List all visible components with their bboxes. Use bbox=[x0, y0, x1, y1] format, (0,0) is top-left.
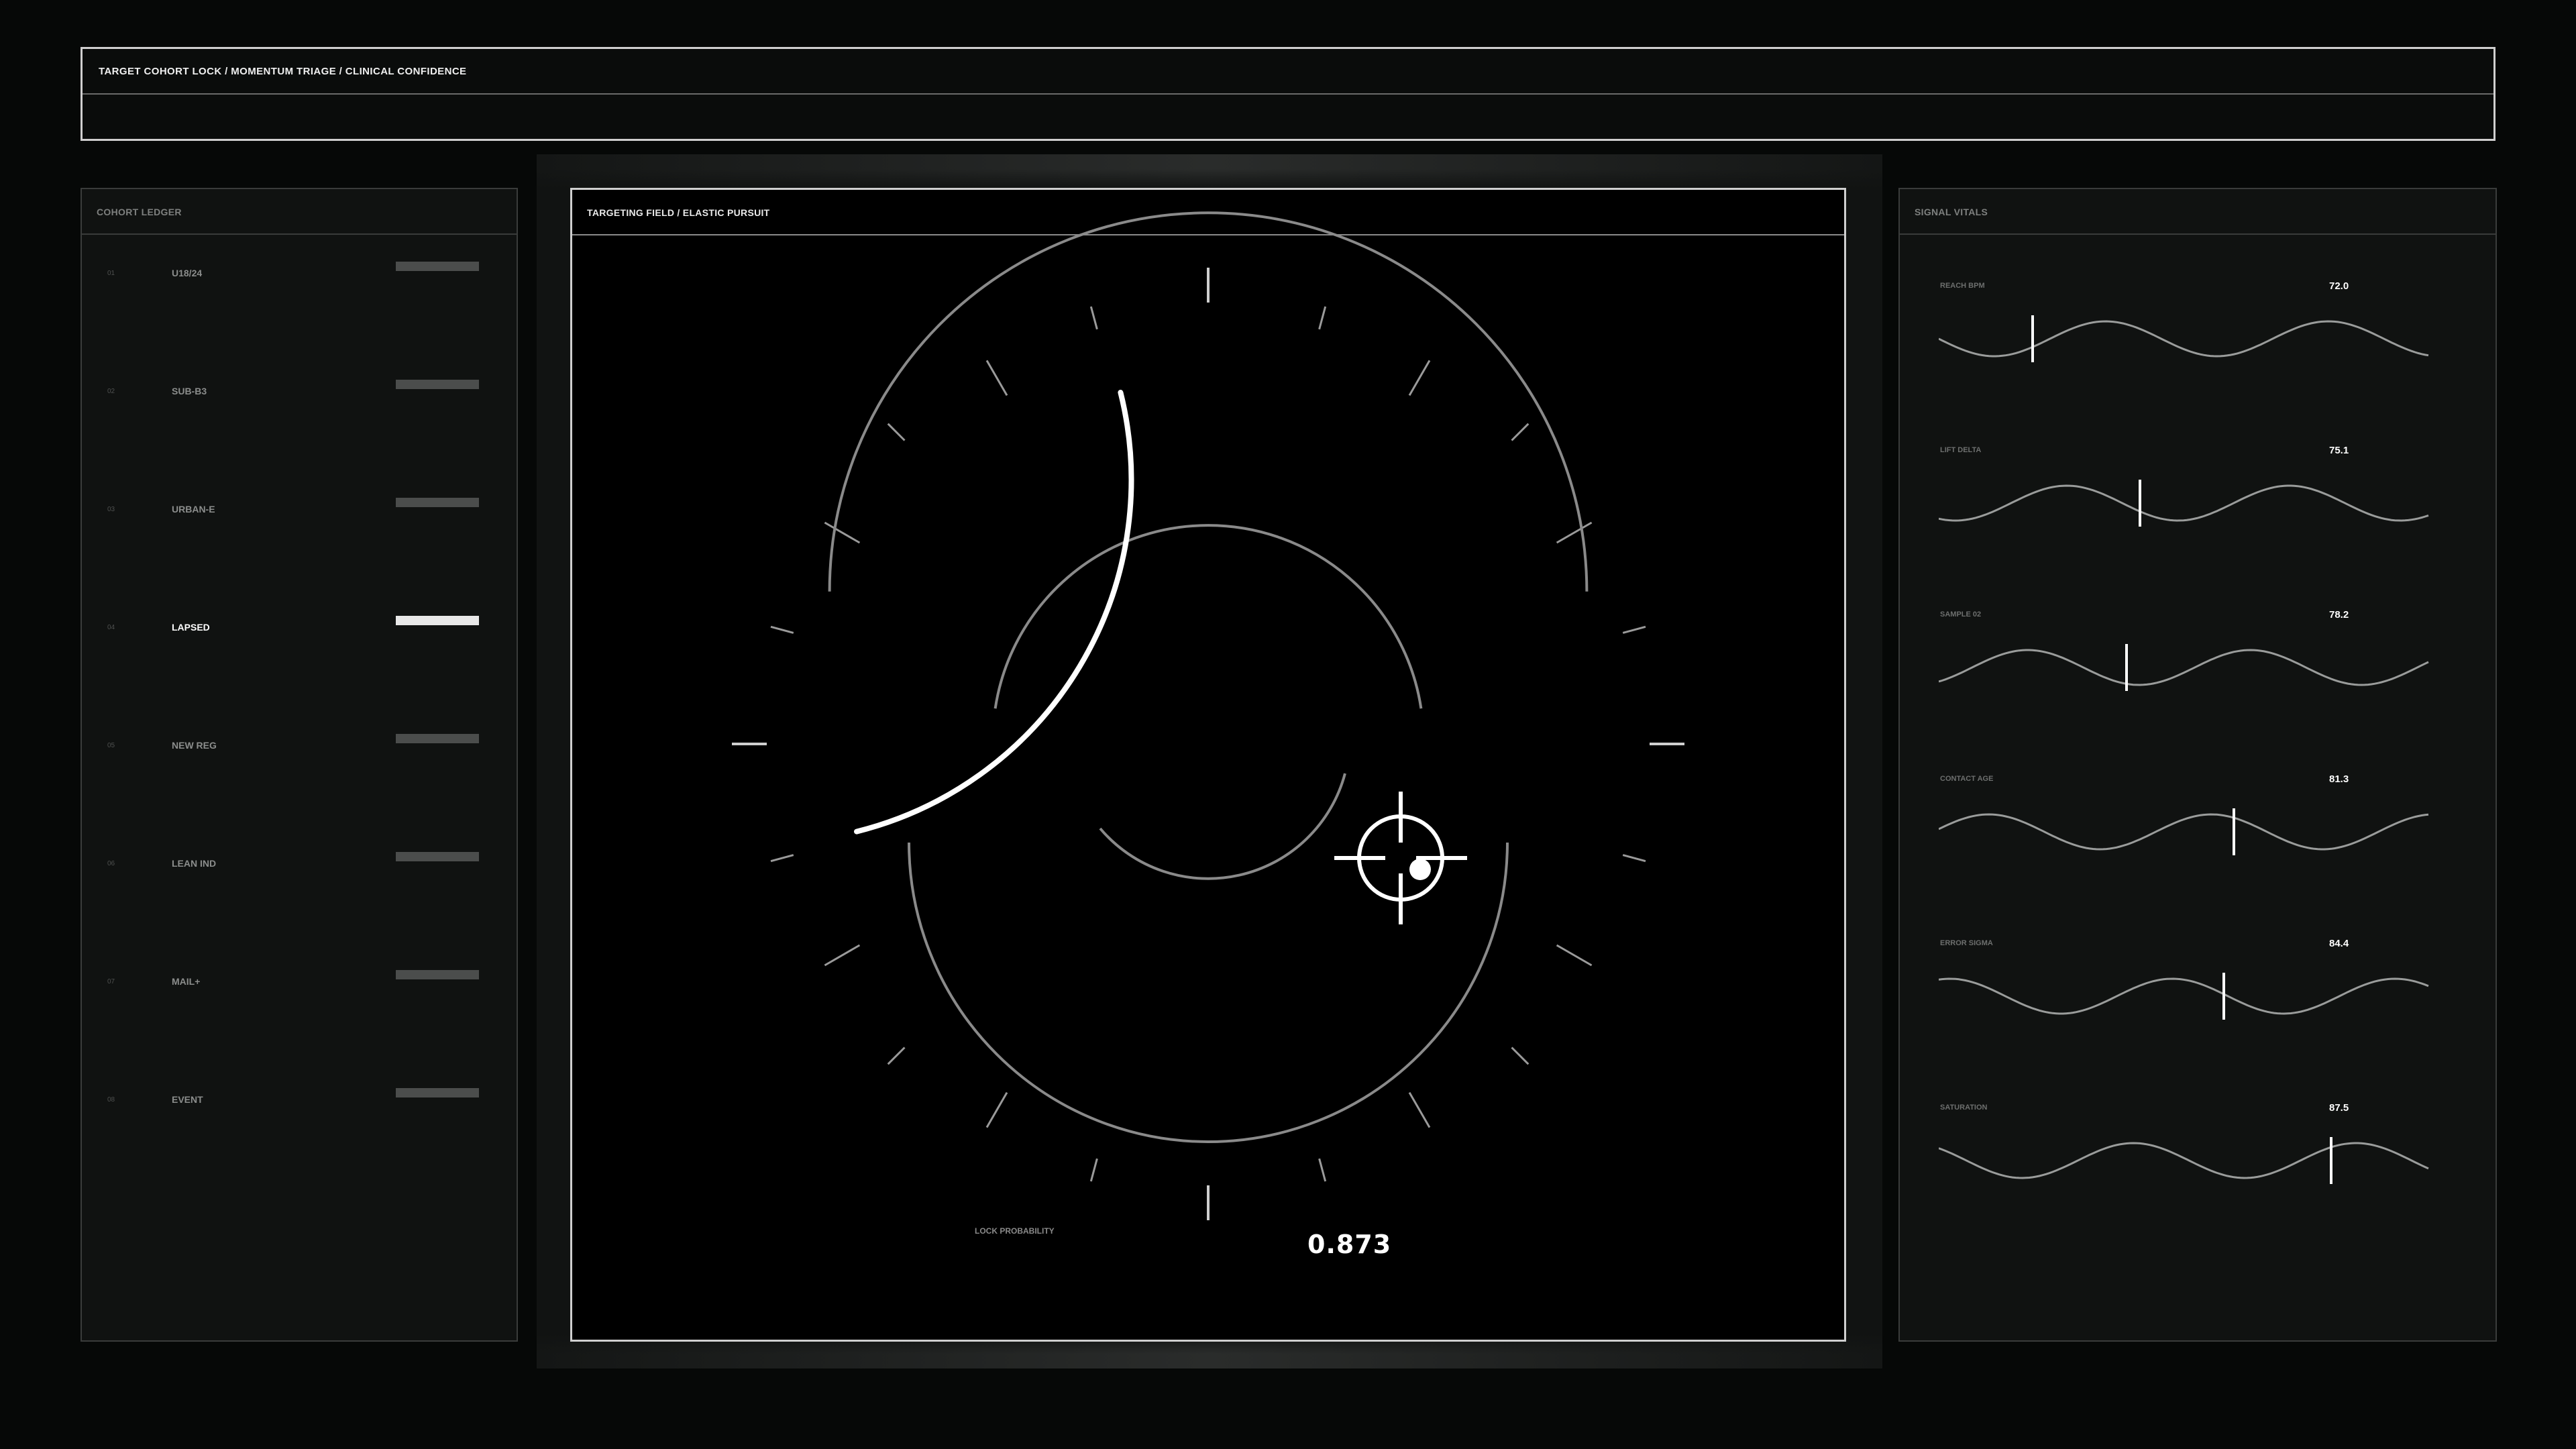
page-title: TARGET COHORT LOCK / MOMENTUM TRIAGE / C… bbox=[83, 49, 2493, 95]
vital-value: 84.4 bbox=[2329, 938, 2349, 949]
targeting-field-panel: TARGETING FIELD / ELASTIC PURSUIT LOCK P… bbox=[570, 188, 1846, 1342]
ledger-row-label: LEAN IND bbox=[172, 858, 217, 869]
vital-waveform bbox=[1939, 644, 2429, 691]
dial-tick bbox=[1089, 306, 1098, 330]
ledger-row-bar bbox=[396, 380, 479, 389]
dial-tick bbox=[985, 1091, 1008, 1128]
ledger-row-bar bbox=[396, 734, 479, 743]
waveform-line bbox=[1939, 320, 2429, 358]
vital-value: 87.5 bbox=[2329, 1102, 2349, 1114]
ledger-row-label: LAPSED bbox=[172, 622, 210, 633]
vital-label: SAMPLE 02 bbox=[1940, 610, 1982, 619]
dial-tick bbox=[1408, 1091, 1431, 1128]
ledger-row-index: 03 bbox=[107, 506, 115, 513]
ledger-row-label: MAIL+ bbox=[172, 976, 201, 987]
dial-tick bbox=[770, 854, 794, 863]
vital-label: REACH BPM bbox=[1940, 282, 1985, 290]
ledger-row-label: U18/24 bbox=[172, 268, 203, 278]
ledger-row-index: 04 bbox=[107, 624, 115, 631]
signal-vitals-panel: SIGNAL VITALS REACH BPM 72.0 LIFT DELTA 75.… bbox=[1898, 188, 2497, 1342]
ledger-row-index: 02 bbox=[107, 388, 115, 395]
signal-vitals-title: SIGNAL VITALS bbox=[1900, 189, 2496, 235]
ledger-row-bar bbox=[396, 970, 479, 979]
ledger-row[interactable]: 02 SUB-B3 bbox=[82, 380, 517, 407]
ledger-row[interactable]: 01 U18/24 bbox=[82, 262, 517, 288]
waveform-line bbox=[1939, 649, 2429, 686]
ledger-row-index: 05 bbox=[107, 742, 115, 749]
ledger-row-bar bbox=[396, 262, 479, 271]
ledger-row-index: 06 bbox=[107, 860, 115, 867]
waveform-line bbox=[1939, 977, 2429, 1015]
dial-tick bbox=[1089, 1158, 1098, 1182]
targeting-dial[interactable] bbox=[572, 190, 1844, 1340]
vital-waveform bbox=[1939, 973, 2429, 1020]
ledger-row[interactable]: 07 MAIL+ bbox=[82, 970, 517, 997]
ledger-row-label: URBAN-E bbox=[172, 504, 215, 515]
dial-tick bbox=[985, 360, 1008, 396]
dial-tick bbox=[1408, 360, 1431, 396]
vital-value: 78.2 bbox=[2329, 609, 2349, 621]
dial-tick bbox=[1511, 423, 1529, 441]
lock-probability-label: LOCK PROBABILITY bbox=[975, 1226, 1055, 1236]
lock-progress-arc bbox=[854, 390, 1134, 835]
dial-tick bbox=[887, 423, 906, 441]
ledger-row-bar bbox=[396, 852, 479, 861]
vital-waveform bbox=[1939, 315, 2429, 362]
cohort-ledger-panel: COHORT LEDGER 01 U18/24 02 SUB-B3 03 URBAN-E 0… bbox=[80, 188, 518, 1342]
target-dot bbox=[1409, 859, 1431, 880]
ledger-row-label: SUB-B3 bbox=[172, 386, 207, 396]
dial-tick bbox=[824, 521, 861, 544]
ledger-row[interactable]: 05 NEW REG bbox=[82, 734, 517, 761]
vital-waveform bbox=[1939, 808, 2429, 855]
ledger-row-bar bbox=[396, 498, 479, 507]
dial-tick bbox=[1556, 521, 1593, 544]
waveform-line bbox=[1939, 813, 2429, 851]
ledger-row-index: 01 bbox=[107, 270, 115, 277]
inner-arc bbox=[994, 524, 1423, 709]
dial-tick bbox=[1622, 854, 1646, 863]
lower-arc bbox=[908, 842, 1509, 1143]
dial-tick bbox=[1511, 1046, 1529, 1065]
header-bar: TARGET COHORT LOCK / MOMENTUM TRIAGE / C… bbox=[80, 47, 2496, 141]
vital-waveform bbox=[1939, 1137, 2429, 1184]
vital-label: SATURATION bbox=[1940, 1104, 1988, 1112]
dial-tick bbox=[770, 625, 794, 634]
dial-tick bbox=[1318, 306, 1327, 330]
dial-tick bbox=[1318, 1158, 1327, 1182]
reticle-crosshair bbox=[1334, 792, 1467, 924]
ledger-row-index: 08 bbox=[107, 1096, 115, 1104]
ledger-row[interactable]: 03 URBAN-E bbox=[82, 498, 517, 525]
ledger-row[interactable]: 08 EVENT bbox=[82, 1088, 517, 1115]
vital-label: LIFT DELTA bbox=[1940, 446, 1982, 454]
ledger-row[interactable]: 04 LAPSED bbox=[82, 616, 517, 643]
dial-tick bbox=[887, 1046, 906, 1065]
vital-value: 72.0 bbox=[2329, 280, 2349, 292]
dial-tick bbox=[824, 944, 861, 967]
lock-probability-value: 0.873 bbox=[1307, 1230, 1392, 1259]
waveform-line bbox=[1939, 1142, 2429, 1179]
ledger-row-bar bbox=[396, 616, 479, 625]
vital-value: 75.1 bbox=[2329, 445, 2349, 456]
cohort-ledger-title: COHORT LEDGER bbox=[82, 189, 517, 235]
ledger-row-label: NEW REG bbox=[172, 740, 217, 751]
ledger-row-bar bbox=[396, 1088, 479, 1097]
hook-arc bbox=[1099, 773, 1346, 880]
waveform-line bbox=[1939, 484, 2429, 522]
vital-waveform bbox=[1939, 480, 2429, 527]
dial-tick bbox=[1556, 944, 1593, 967]
vital-label: CONTACT AGE bbox=[1940, 775, 1994, 783]
ledger-row-label: EVENT bbox=[172, 1094, 203, 1105]
ledger-row-index: 07 bbox=[107, 978, 115, 985]
dial-tick bbox=[1622, 625, 1646, 634]
vital-value: 81.3 bbox=[2329, 773, 2349, 785]
vital-label: ERROR SIGMA bbox=[1940, 939, 1993, 947]
ledger-row[interactable]: 06 LEAN IND bbox=[82, 852, 517, 879]
